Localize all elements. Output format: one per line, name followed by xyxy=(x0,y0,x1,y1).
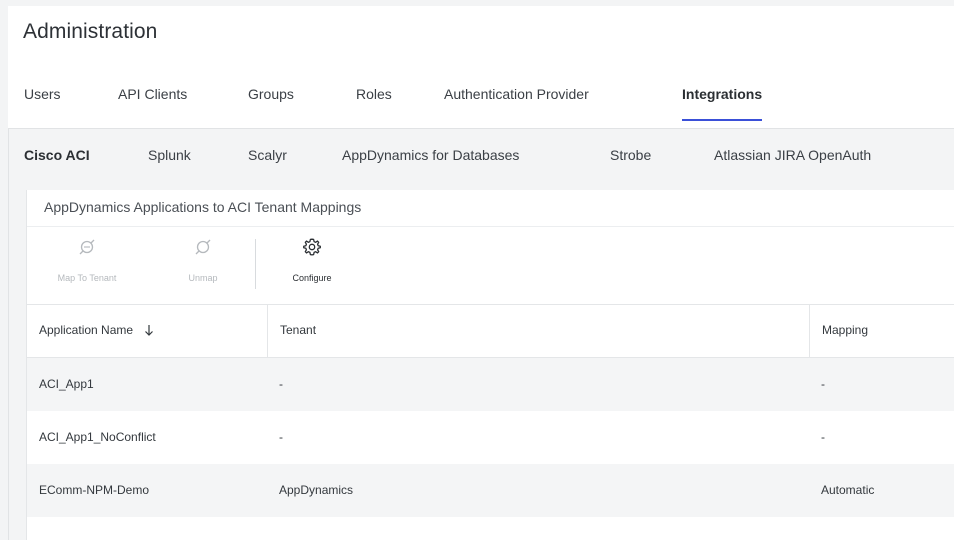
table-header: Application Name Tenant Mapping xyxy=(27,305,954,358)
mappings-panel: AppDynamics Applications to ACI Tenant M… xyxy=(26,190,954,540)
map-to-tenant-label: Map To Tenant xyxy=(57,273,117,283)
tab-users[interactable]: Users xyxy=(24,86,61,102)
column-header-application-name[interactable]: Application Name xyxy=(27,305,267,357)
cell-mapping: - xyxy=(821,430,825,444)
cell-tenant: - xyxy=(279,430,283,444)
map-to-tenant-button[interactable]: Map To Tenant xyxy=(37,227,137,304)
cell-tenant: AppDynamics xyxy=(279,483,354,497)
unmap-icon xyxy=(195,239,211,255)
map-icon xyxy=(79,239,95,255)
configure-button[interactable]: Configure xyxy=(275,227,349,304)
mappings-table: Application Name Tenant Mapping ACI_App1… xyxy=(27,305,954,517)
subtab-appdynamics-for-databases[interactable]: AppDynamics for Databases xyxy=(342,147,519,163)
cell-application-name: EComm-NPM-Demo xyxy=(39,483,150,497)
cell-mapping: - xyxy=(821,377,825,391)
unmap-button[interactable]: Unmap xyxy=(173,227,233,304)
subtab-splunk[interactable]: Splunk xyxy=(148,147,191,163)
subtab-scalyr[interactable]: Scalyr xyxy=(248,147,287,163)
column-label-application-name: Application Name xyxy=(39,323,134,337)
toolbar-divider xyxy=(255,239,256,289)
tab-api-clients[interactable]: API Clients xyxy=(118,86,187,102)
subtab-strobe[interactable]: Strobe xyxy=(610,147,651,163)
configure-label: Configure xyxy=(292,273,332,283)
cell-application-name: ACI_App1 xyxy=(39,377,94,391)
column-label-mapping: Mapping xyxy=(822,323,869,337)
cell-tenant: - xyxy=(279,377,283,391)
cell-application-name: ACI_App1_NoConflict xyxy=(39,430,156,444)
column-label-tenant: Tenant xyxy=(280,323,317,337)
table-row[interactable]: ACI_App1 - - xyxy=(27,358,954,411)
panel-header: AppDynamics Applications to ACI Tenant M… xyxy=(27,190,954,227)
unmap-label: Unmap xyxy=(188,273,218,283)
panel-title: AppDynamics Applications to ACI Tenant M… xyxy=(44,199,362,215)
subtab-cisco-aci[interactable]: Cisco ACI xyxy=(24,147,90,163)
column-header-tenant[interactable]: Tenant xyxy=(267,305,809,357)
tab-groups[interactable]: Groups xyxy=(248,86,294,102)
page-title: Administration xyxy=(23,20,158,43)
tab-roles[interactable]: Roles xyxy=(356,86,392,102)
column-header-mapping[interactable]: Mapping xyxy=(809,305,954,357)
table-row[interactable]: EComm-NPM-Demo AppDynamics Automatic xyxy=(27,464,954,517)
table-row[interactable]: ACI_App1_NoConflict - - xyxy=(27,411,954,464)
gear-icon xyxy=(303,238,321,256)
subtab-atlassian-jira-openauth[interactable]: Atlassian JIRA OpenAuth xyxy=(714,147,871,163)
sort-down-icon xyxy=(145,325,154,336)
toolbar: Map To Tenant Unmap Configure xyxy=(27,227,954,305)
tab-authentication-provider[interactable]: Authentication Provider xyxy=(444,86,589,102)
tab-integrations[interactable]: Integrations xyxy=(682,86,763,121)
cell-mapping: Automatic xyxy=(821,483,875,497)
